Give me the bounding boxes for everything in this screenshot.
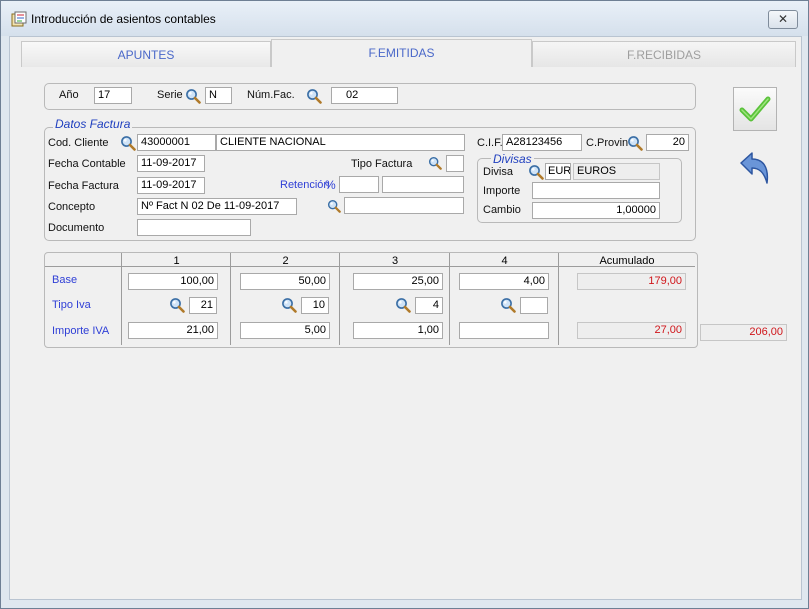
numfac-lookup-icon[interactable] bbox=[306, 88, 322, 104]
tipo-iva-2-lookup-icon[interactable] bbox=[281, 297, 297, 313]
tipo-iva-field-3[interactable]: 4 bbox=[415, 297, 443, 314]
documento-label: Documento bbox=[48, 222, 105, 234]
concepto-extra-field[interactable] bbox=[344, 197, 464, 214]
tab-apuntes[interactable]: APUNTES bbox=[21, 41, 271, 67]
cprovin-field[interactable]: 20 bbox=[646, 134, 689, 151]
cambio-field[interactable]: 1,00000 bbox=[532, 202, 660, 219]
numfac-label: Núm.Fac. bbox=[247, 89, 295, 101]
app-icon bbox=[11, 11, 27, 27]
acumulado-base-field: 179,00 bbox=[577, 273, 686, 290]
divisa-code-field[interactable]: EUR bbox=[545, 163, 571, 180]
tipo-iva-1-lookup-icon[interactable] bbox=[169, 297, 185, 313]
cif-field[interactable]: A28123456 bbox=[502, 134, 582, 151]
close-button[interactable]: ✕ bbox=[768, 10, 798, 29]
serie-label: Serie bbox=[157, 89, 183, 101]
total-field: 206,00 bbox=[700, 324, 787, 341]
window-title: Introducción de asientos contables bbox=[31, 12, 216, 26]
fecha-factura-label: Fecha Factura bbox=[48, 180, 119, 192]
tipo-iva-field-4[interactable] bbox=[520, 297, 548, 314]
tab-f-emitidas[interactable]: F.EMITIDAS bbox=[271, 39, 532, 67]
dialog-window: Introducción de asientos contables ✕ APU… bbox=[0, 0, 809, 609]
cprovin-lookup-icon[interactable] bbox=[627, 135, 643, 151]
base-field-4[interactable]: 4,00 bbox=[459, 273, 549, 290]
anio-label: Año bbox=[59, 89, 79, 101]
retencion-label: Retención bbox=[280, 179, 330, 191]
accept-button[interactable] bbox=[733, 87, 777, 131]
anio-field[interactable]: 17 bbox=[94, 87, 132, 104]
retencion-importe-field[interactable] bbox=[382, 176, 464, 193]
column-header-3: 3 bbox=[391, 255, 399, 267]
percent-symbol: % bbox=[325, 178, 336, 192]
title-bar: Introducción de asientos contables ✕ bbox=[1, 1, 808, 36]
cprovin-label: C.Provin bbox=[586, 137, 629, 149]
undo-arrow-icon[interactable] bbox=[737, 150, 773, 186]
cod-cliente-label: Cod. Cliente bbox=[48, 137, 109, 149]
tipo-factura-label: Tipo Factura bbox=[351, 158, 413, 170]
numfac-field[interactable]: 02 bbox=[331, 87, 398, 104]
divisa-name-field: EUROS bbox=[573, 163, 660, 180]
tipo-factura-lookup-icon[interactable] bbox=[428, 156, 442, 170]
cliente-nombre-field[interactable]: CLIENTE NACIONAL bbox=[216, 134, 465, 151]
tipo-iva-4-lookup-icon[interactable] bbox=[500, 297, 516, 313]
fecha-contable-label: Fecha Contable bbox=[48, 158, 126, 170]
base-field-1[interactable]: 100,00 bbox=[128, 273, 218, 290]
base-field-3[interactable]: 25,00 bbox=[353, 273, 443, 290]
fecha-factura-field[interactable]: 11-09-2017 bbox=[137, 177, 205, 194]
concepto-lookup-icon[interactable] bbox=[327, 199, 341, 213]
cif-label: C.I.F. bbox=[477, 137, 503, 149]
importe-label: Importe bbox=[483, 185, 521, 197]
base-row-label: Base bbox=[52, 274, 78, 286]
base-field-2[interactable]: 50,00 bbox=[240, 273, 330, 290]
tipo-iva-field-1[interactable]: 21 bbox=[189, 297, 217, 314]
serie-field[interactable]: N bbox=[205, 87, 232, 104]
acumulado-header: Acumulado bbox=[599, 255, 655, 267]
importe-iva-field-1[interactable]: 21,00 bbox=[128, 322, 218, 339]
tipo-iva-row-label: Tipo Iva bbox=[52, 299, 91, 311]
tipo-iva-3-lookup-icon[interactable] bbox=[395, 297, 411, 313]
tab-f-recibidas[interactable]: F.RECIBIDAS bbox=[532, 41, 796, 67]
importe-iva-field-2[interactable]: 5,00 bbox=[240, 322, 330, 339]
concepto-field[interactable]: Nº Fact N 02 De 11-09-2017 bbox=[137, 198, 297, 215]
column-header-2: 2 bbox=[282, 255, 289, 267]
cod-cliente-field[interactable]: 43000001 bbox=[137, 134, 216, 151]
divisa-lookup-icon[interactable] bbox=[528, 164, 544, 180]
column-header-4: 4 bbox=[501, 255, 508, 267]
tipo-factura-field[interactable] bbox=[446, 155, 464, 172]
serie-lookup-icon[interactable] bbox=[185, 88, 201, 104]
importe-field[interactable] bbox=[532, 182, 660, 199]
tipo-iva-field-2[interactable]: 10 bbox=[301, 297, 329, 314]
documento-field[interactable] bbox=[137, 219, 251, 236]
retencion-pct-field[interactable] bbox=[339, 176, 379, 193]
datos-factura-title: Datos Factura bbox=[53, 117, 133, 131]
importe-iva-row-label: Importe IVA bbox=[52, 325, 110, 337]
divisa-label: Divisa bbox=[483, 166, 513, 178]
column-header-1: 1 bbox=[173, 255, 180, 267]
cambio-label: Cambio bbox=[483, 204, 521, 216]
cliente-lookup-icon[interactable] bbox=[120, 135, 136, 151]
fecha-contable-field[interactable]: 11-09-2017 bbox=[137, 155, 205, 172]
importe-iva-field-3[interactable]: 1,00 bbox=[353, 322, 443, 339]
acumulado-iva-field: 27,00 bbox=[577, 322, 686, 339]
importe-iva-field-4[interactable] bbox=[459, 322, 549, 339]
concepto-label: Concepto bbox=[48, 201, 96, 213]
checkmark-icon bbox=[739, 96, 771, 122]
